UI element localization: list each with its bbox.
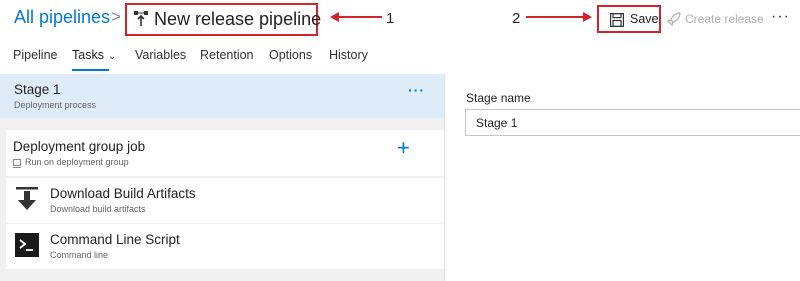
- active-tab-indicator: [72, 69, 109, 71]
- tab-tasks-label: Tasks: [72, 48, 104, 62]
- annotation-arrow-2: [526, 12, 592, 22]
- stage-more-icon[interactable]: ···: [408, 82, 425, 98]
- tab-tasks[interactable]: Tasks ⌄: [72, 48, 116, 62]
- task-title: Command Line Script: [50, 232, 180, 247]
- stage-properties-pane: Stage name: [445, 74, 800, 281]
- server-icon: [13, 159, 21, 168]
- stage-title: Stage 1: [14, 82, 61, 97]
- more-actions-icon[interactable]: ···: [771, 8, 790, 26]
- save-button[interactable]: Save: [597, 5, 661, 33]
- tab-options[interactable]: Options: [269, 48, 312, 62]
- breadcrumb-all-pipelines[interactable]: All pipelines: [14, 7, 110, 28]
- release-pipeline-icon: [134, 11, 148, 26]
- task-download-build-artifacts[interactable]: Download Build Artifacts Download build …: [6, 178, 444, 223]
- tab-pipeline[interactable]: Pipeline: [13, 48, 57, 62]
- chevron-down-icon: ⌄: [107, 51, 117, 62]
- tab-bar: Pipeline Tasks ⌄ Variables Retention Opti…: [0, 44, 800, 72]
- annotation-label-2: 2: [512, 10, 521, 27]
- rocket-icon: [667, 12, 681, 26]
- task-subtitle: Command line: [50, 250, 109, 260]
- stage-name-input[interactable]: [465, 109, 800, 136]
- tab-retention[interactable]: Retention: [200, 48, 254, 62]
- header: All pipelines > New release pipeline 1 2…: [0, 0, 800, 40]
- tab-variables[interactable]: Variables: [135, 48, 186, 62]
- annotation-label-1: 1: [386, 10, 395, 27]
- create-release-label: Create release: [685, 12, 764, 26]
- add-task-icon[interactable]: +: [397, 135, 410, 161]
- job-subtitle: Run on deployment group: [25, 157, 129, 167]
- pipeline-title-highlight: New release pipeline: [125, 3, 321, 36]
- task-title: Download Build Artifacts: [50, 186, 196, 201]
- pipeline-title[interactable]: New release pipeline: [154, 9, 321, 30]
- terminal-icon: [15, 233, 39, 257]
- task-list-pane: Stage 1 Deployment process ··· Deploymen…: [0, 74, 444, 281]
- task-subtitle: Download build artifacts: [50, 204, 146, 214]
- task-command-line-script[interactable]: Command Line Script Command line: [6, 224, 444, 269]
- breadcrumb-separator: >: [111, 7, 121, 26]
- job-title: Deployment group job: [13, 139, 146, 154]
- deployment-group-job[interactable]: Deployment group job Run on deployment g…: [6, 130, 444, 176]
- save-button-label: Save: [630, 12, 659, 26]
- tab-history[interactable]: History: [329, 48, 368, 62]
- save-icon: [610, 13, 624, 27]
- stage-name-label: Stage name: [466, 91, 531, 105]
- download-icon: [16, 187, 38, 210]
- stage-subtitle: Deployment process: [14, 100, 97, 110]
- stage-card[interactable]: Stage 1 Deployment process ···: [0, 74, 444, 118]
- annotation-arrow-1: [330, 12, 382, 22]
